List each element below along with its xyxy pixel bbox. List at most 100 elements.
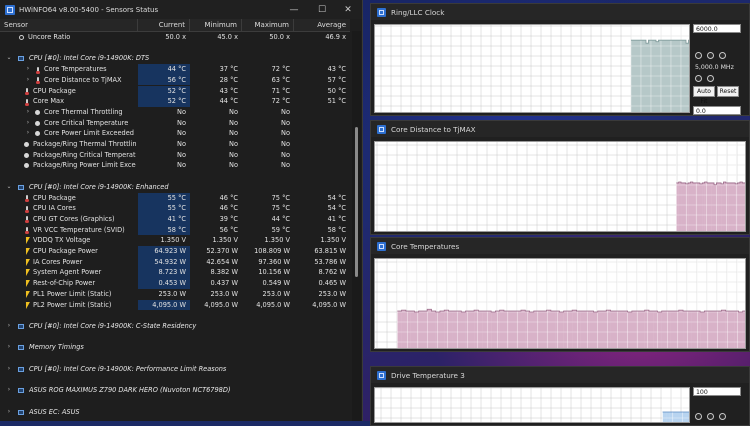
graph-sample-bar <box>681 182 684 231</box>
radio-option-1[interactable] <box>695 413 702 420</box>
radio-option-5[interactable] <box>707 75 714 82</box>
sensor-group-row[interactable]: ⌄ CPU [#0]: Intel Core i9-14900K: DTS <box>0 53 350 64</box>
value-cur: 52 °C <box>138 96 190 107</box>
graph-sample-bar <box>580 311 586 348</box>
sensor-row[interactable]: CPU IA Cores 55 °C 46 °C 75 °C 54 °C <box>0 203 350 214</box>
sensor-group-row[interactable]: › ASUS EC: ASUS <box>0 407 350 418</box>
sensor-row[interactable]: Rest-of-Chip Power 0.453 W 0.437 W 0.549 W 0… <box>0 278 350 289</box>
expand-chevron-icon[interactable]: › <box>24 128 32 139</box>
value-cur: 41 °C <box>138 213 190 225</box>
sensor-row[interactable]: Package/Ring Thermal Throttling No No No <box>0 139 350 150</box>
chip-icon <box>17 409 24 416</box>
sensor-row[interactable]: CPU Package 52 °C 43 °C 71 °C 50 °C <box>0 85 350 97</box>
sensor-row[interactable]: CPU GT Cores (Graphics) 41 °C 39 °C 44 °C 41… <box>0 213 350 225</box>
radio-option-3[interactable] <box>719 413 726 420</box>
expand-chevron-icon[interactable]: › <box>5 407 13 418</box>
value-cur: 8.723 W <box>138 267 190 279</box>
graph-title-bar[interactable]: Ring/LLC Clock <box>371 4 749 20</box>
graph-window-core-temperatures[interactable]: Core Temperatures <box>370 237 750 352</box>
radio-option-3[interactable] <box>719 52 726 59</box>
sensor-row[interactable]: › Core Power Limit Exceeded No No No <box>0 128 350 139</box>
expand-chevron-icon[interactable]: › <box>5 385 13 396</box>
radio-option-2[interactable] <box>707 52 714 59</box>
graph-sample-bar <box>683 311 688 348</box>
graph-sample-bar <box>708 311 714 348</box>
sensor-group-row[interactable]: › CPU [#0]: Intel Core i9-14900K: C-State… <box>0 321 350 332</box>
value-min: 44 °C <box>219 97 238 106</box>
column-header-average[interactable]: Average <box>294 19 350 31</box>
graph-sample-bar <box>725 311 731 348</box>
sensor-name: Package/Ring Critical Temperature <box>33 150 136 159</box>
sensor-name: Core Temperatures <box>44 65 107 74</box>
sensor-row[interactable]: › Core Critical Temperature No No No <box>0 118 350 129</box>
collapse-chevron-icon[interactable]: ⌄ <box>5 182 13 193</box>
sensor-row[interactable]: System Agent Power 8.723 W 8.382 W 10.156 W… <box>0 267 350 279</box>
auto-fit-button[interactable]: Auto Fit <box>693 86 715 105</box>
maximize-button[interactable]: ☐ <box>308 0 336 19</box>
graph-title-bar[interactable]: Drive Temperature 3 <box>371 367 749 383</box>
sensor-list[interactable]: Uncore Ratio 50.0 x 45.0 x 50.0 x 46.9 x ⌄ CPU… <box>0 32 350 421</box>
sensor-row[interactable]: VR VCC Temperature (SVID) 58 °C 56 °C 59 °C… <box>0 224 350 236</box>
value-max: 59 °C <box>271 225 290 234</box>
title-bar[interactable]: HWiNFO64 v8.00-5400 - Sensors Status — ☐… <box>0 0 362 19</box>
sensor-row[interactable]: CPU Package Power 64.923 W 52.370 W 108.809… <box>0 246 350 257</box>
radio-option-4[interactable] <box>695 75 702 82</box>
graph-window-ring-llc-clock[interactable]: Ring/LLC Clock 6000.0 5,000.0 MHz Auto F… <box>370 3 750 116</box>
column-header-sensor[interactable]: Sensor <box>0 19 138 31</box>
column-header-current[interactable]: Current <box>138 19 190 31</box>
expand-chevron-icon[interactable]: › <box>5 321 13 332</box>
column-header-minimum[interactable]: Minimum <box>190 19 242 31</box>
sensor-row[interactable]: › Core Temperatures 44 °C 37 °C 72 °C 43 °C <box>0 64 350 75</box>
collapse-chevron-icon[interactable]: ⌄ <box>5 53 13 64</box>
close-button[interactable]: ✕ <box>334 0 362 19</box>
value-min: No <box>229 140 238 148</box>
graph-sample-bar <box>627 312 633 348</box>
sensor-row[interactable]: › Core Thermal Throttling No No No <box>0 107 350 118</box>
graph-sample-bar <box>666 412 670 422</box>
graph-sample-bar <box>728 182 731 231</box>
graph-sample-bar <box>717 311 722 348</box>
expand-chevron-icon[interactable]: › <box>24 75 32 86</box>
graph-min-field[interactable]: 0.0 <box>693 106 741 115</box>
radio-option-2[interactable] <box>707 413 714 420</box>
column-header-maximum[interactable]: Maximum <box>242 19 294 31</box>
sensor-row[interactable]: VDDQ TX Voltage 1.350 V 1.350 V 1.350 V 1.35… <box>0 235 350 246</box>
sensor-name: Package/Ring Thermal Throttling <box>33 140 136 148</box>
graph-window-core-distance-to-tjmax[interactable]: Core Distance to TjMAX <box>370 120 750 235</box>
expand-chevron-icon[interactable]: › <box>24 64 32 75</box>
radio-option-1[interactable] <box>695 52 702 59</box>
sensor-group-row[interactable]: › CPU [#0]: Intel Core i9-14900K: Perform… <box>0 364 350 375</box>
expand-chevron-icon[interactable]: › <box>5 364 13 375</box>
sensor-name: Core Thermal Throttling <box>44 107 123 116</box>
sensor-row[interactable]: PL2 Power Limit (Static) 4,095.0 W 4,095.0… <box>0 299 350 311</box>
sensor-row[interactable]: PL1 Power Limit (Static) 253.0 W 253.0 W 25… <box>0 289 350 300</box>
graph-sample-bar <box>661 311 667 348</box>
sensor-row[interactable]: CPU Package 55 °C 46 °C 75 °C 54 °C <box>0 192 350 204</box>
vertical-scrollbar[interactable] <box>352 31 361 421</box>
sensor-group-row[interactable]: › Memory Timings <box>0 342 350 353</box>
graph-title-bar[interactable]: Core Distance to TjMAX <box>371 121 749 137</box>
scrollbar-thumb[interactable] <box>355 127 358 277</box>
graph-sample-bar <box>550 311 556 348</box>
sensor-group-row[interactable]: ⌄ CPU [#0]: Intel Core i9-14900K: Enhance… <box>0 182 350 193</box>
sensor-row[interactable]: Core Max 52 °C 44 °C 72 °C 51 °C <box>0 96 350 107</box>
minimize-button[interactable]: — <box>280 0 308 19</box>
expand-chevron-icon[interactable]: › <box>24 118 32 129</box>
sensor-row[interactable]: Package/Ring Power Limit Excee... No No No <box>0 160 350 171</box>
sensor-row[interactable]: Package/Ring Critical Temperature No No No <box>0 150 350 161</box>
sensor-row[interactable]: Uncore Ratio 50.0 x 45.0 x 50.0 x 46.9 x <box>0 32 350 43</box>
graph-window-drive-temperature-3[interactable]: Drive Temperature 3 100 <box>370 366 750 426</box>
graph-title: Ring/LLC Clock <box>391 7 445 17</box>
graph-sample-bar <box>734 311 739 348</box>
expand-chevron-icon[interactable]: › <box>5 342 13 353</box>
graph-canvas <box>375 259 745 348</box>
sensor-row[interactable]: IA Cores Power 54.932 W 42.654 W 97.360 W 53… <box>0 256 350 268</box>
graph-max-field[interactable]: 100 <box>693 387 741 396</box>
graph-title-bar[interactable]: Core Temperatures <box>371 238 749 254</box>
sensor-group-row[interactable]: › ASUS ROG MAXIMUS Z790 DARK HERO (Nuvoto… <box>0 385 350 396</box>
value-cur: 64.923 W <box>138 246 190 257</box>
graph-max-field[interactable]: 6000.0 <box>693 24 741 33</box>
expand-chevron-icon[interactable]: › <box>24 107 32 118</box>
sensor-row[interactable]: › Core Distance to TjMAX 56 °C 28 °C 63 °C 57… <box>0 74 350 86</box>
reset-button[interactable]: Reset <box>717 86 739 97</box>
